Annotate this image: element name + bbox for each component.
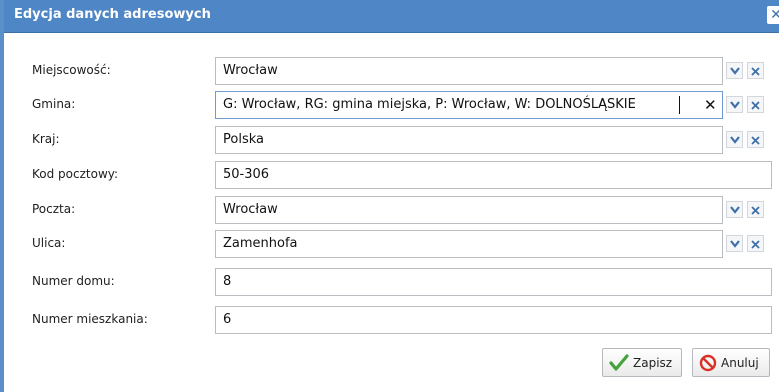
row-kod-pocztowy: Kod pocztowy: 50-306 bbox=[4, 161, 779, 189]
close-icon[interactable]: ✕ bbox=[767, 6, 779, 24]
row-kraj: Kraj: Polska bbox=[4, 126, 779, 154]
row-numer-domu: Numer domu: 8 bbox=[4, 268, 779, 296]
kraj-dropdown-button[interactable] bbox=[726, 131, 743, 148]
numer-mieszkania-value: 6 bbox=[223, 312, 232, 327]
cancel-icon bbox=[699, 354, 717, 372]
label-kod-pocztowy: Kod pocztowy: bbox=[32, 167, 119, 181]
label-numer-mieszkania: Numer mieszkania: bbox=[32, 312, 148, 326]
ulica-dropdown-button[interactable] bbox=[726, 235, 743, 252]
label-gmina: Gmina: bbox=[32, 97, 76, 111]
numer-domu-input[interactable]: 8 bbox=[215, 268, 772, 296]
cancel-button[interactable]: Anuluj bbox=[692, 348, 770, 377]
row-miejscowosc: Miejscowość: Wrocław bbox=[4, 57, 779, 85]
cancel-button-label: Anuluj bbox=[721, 356, 759, 370]
address-edit-dialog: Edycja danych adresowych ✕ Miejscowość: … bbox=[0, 0, 779, 392]
checkmark-icon bbox=[609, 354, 629, 371]
kraj-clear-button[interactable] bbox=[747, 131, 764, 148]
miejscowosc-value: Wrocław bbox=[223, 63, 278, 78]
poczta-clear-button[interactable] bbox=[747, 201, 764, 218]
gmina-value: G: Wrocław, RG: gmina miejska, P: Wrocła… bbox=[223, 97, 636, 112]
clear-icon bbox=[751, 240, 760, 249]
gmina-clear-button[interactable] bbox=[747, 96, 764, 113]
poczta-dropdown-button[interactable] bbox=[726, 201, 743, 218]
label-poczta: Poczta: bbox=[32, 202, 76, 216]
kod-pocztowy-input[interactable]: 50-306 bbox=[215, 161, 772, 189]
row-numer-mieszkania: Numer mieszkania: 6 bbox=[4, 306, 779, 334]
save-button-label: Zapisz bbox=[633, 356, 673, 370]
row-gmina: Gmina: G: Wrocław, RG: gmina miejska, P:… bbox=[4, 91, 779, 119]
chevron-down-icon bbox=[730, 136, 740, 144]
kraj-value: Polska bbox=[223, 132, 264, 147]
row-ulica: Ulica: Zamenhofa bbox=[4, 230, 779, 258]
miejscowosc-clear-button[interactable] bbox=[747, 62, 764, 79]
miejscowosc-combobox[interactable]: Wrocław bbox=[215, 57, 723, 85]
dialog-title: Edycja danych adresowych bbox=[14, 7, 211, 22]
label-numer-domu: Numer domu: bbox=[32, 274, 115, 288]
dialog-titlebar: Edycja danych adresowych ✕ bbox=[4, 0, 779, 33]
gmina-combobox[interactable]: G: Wrocław, RG: gmina miejska, P: Wrocła… bbox=[215, 91, 723, 119]
chevron-down-icon bbox=[730, 67, 740, 75]
chevron-down-icon bbox=[730, 101, 740, 109]
chevron-down-icon bbox=[730, 240, 740, 248]
numer-mieszkania-input[interactable]: 6 bbox=[215, 306, 772, 334]
label-miejscowosc: Miejscowość: bbox=[32, 63, 111, 77]
clear-icon bbox=[751, 101, 760, 110]
text-cursor bbox=[679, 96, 680, 114]
miejscowosc-dropdown-button[interactable] bbox=[726, 62, 743, 79]
ulica-value: Zamenhofa bbox=[223, 236, 298, 251]
clear-icon bbox=[751, 206, 760, 215]
poczta-value: Wrocław bbox=[223, 202, 278, 217]
poczta-combobox[interactable]: Wrocław bbox=[215, 196, 723, 224]
row-poczta: Poczta: Wrocław bbox=[4, 196, 779, 224]
label-ulica: Ulica: bbox=[32, 236, 66, 250]
numer-domu-value: 8 bbox=[223, 274, 232, 289]
save-button[interactable]: Zapisz bbox=[602, 348, 682, 377]
clear-icon bbox=[751, 67, 760, 76]
ulica-clear-button[interactable] bbox=[747, 235, 764, 252]
clear-text-icon[interactable]: ✕ bbox=[704, 96, 717, 114]
kod-pocztowy-value: 50-306 bbox=[223, 167, 270, 182]
ulica-combobox[interactable]: Zamenhofa bbox=[215, 230, 723, 258]
gmina-dropdown-button[interactable] bbox=[726, 96, 743, 113]
label-kraj: Kraj: bbox=[32, 132, 60, 146]
clear-icon bbox=[751, 136, 760, 145]
chevron-down-icon bbox=[730, 206, 740, 214]
kraj-combobox[interactable]: Polska bbox=[215, 126, 723, 154]
